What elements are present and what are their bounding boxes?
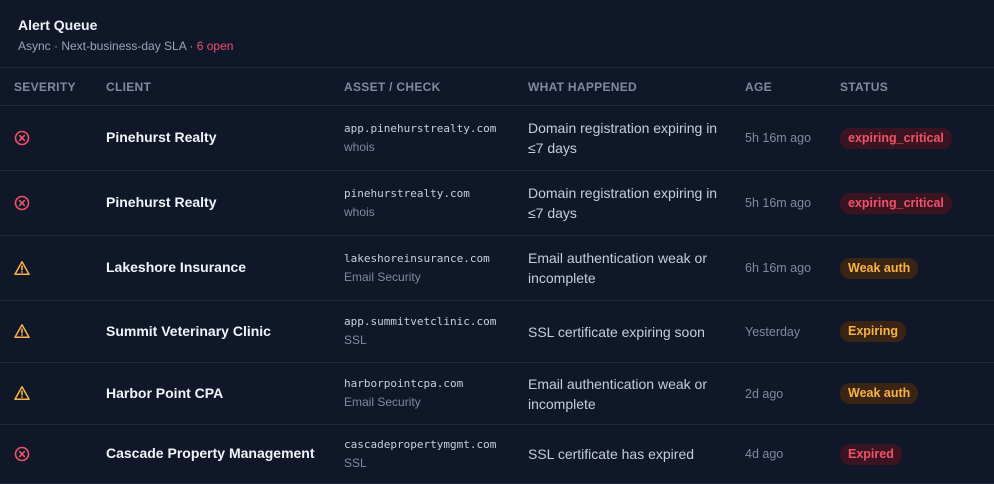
column-header-what[interactable]: WHAT HAPPENED (528, 68, 745, 106)
asset-cell: lakeshoreinsurance.com Email Security (344, 235, 528, 301)
asset-host: harborpointcpa.com (344, 377, 464, 390)
open-count: 6 open (196, 39, 234, 53)
warning-triangle-icon (14, 385, 30, 401)
column-header-status[interactable]: STATUS (840, 68, 994, 106)
status-badge: Weak auth (840, 257, 919, 279)
severity-cell (0, 170, 106, 236)
client-cell: Pinehurst Realty (106, 170, 344, 236)
table-row[interactable]: Cascade Property Management cascadeprope… (0, 424, 994, 484)
age-text: 4d ago (745, 424, 840, 484)
x-circle-icon (14, 130, 30, 146)
warning-triangle-icon (14, 323, 30, 339)
status-cell: expiring_critical (840, 105, 994, 171)
client-name[interactable]: Lakeshore Insurance (106, 259, 246, 275)
age-text: 6h 16m ago (745, 235, 840, 301)
client-cell: Lakeshore Insurance (106, 235, 344, 301)
page-title: Alert Queue (18, 17, 98, 33)
panel-header: Alert Queue Async · Next-business-day SL… (0, 0, 994, 68)
client-name[interactable]: Cascade Property Management (106, 445, 315, 461)
client-name[interactable]: Pinehurst Realty (106, 194, 216, 210)
asset-host: cascadepropertymgmt.com (344, 437, 497, 451)
table-header-row: SEVERITY CLIENT ASSET / CHECK WHAT HAPPE… (0, 68, 994, 106)
age-text: 2d ago (745, 362, 840, 425)
what-happened: Email authentication weak or incomplete (528, 235, 745, 301)
severity-cell (0, 424, 106, 484)
age-text: Yesterday (745, 300, 840, 363)
column-header-client[interactable]: CLIENT (106, 68, 344, 106)
asset-cell: app.pinehurstrealty.com whois (344, 105, 528, 171)
asset-cell: app.summitvetclinic.com SSL (344, 300, 528, 363)
age-text: 5h 16m ago (745, 105, 840, 171)
client-cell: Pinehurst Realty (106, 105, 344, 171)
client-name[interactable]: Summit Veterinary Clinic (106, 323, 271, 339)
page-subtitle: Async · Next-business-day SLA · 6 open (18, 39, 976, 53)
table-row[interactable]: Summit Veterinary Clinic app.summitvetcl… (0, 300, 994, 363)
asset-check: whois (344, 204, 375, 219)
status-badge: Weak auth (840, 383, 919, 404)
asset-check: Email Security (344, 395, 421, 409)
asset-check: Email Security (344, 269, 421, 284)
what-happened: SSL certificate has expired (528, 424, 745, 484)
age-text: 5h 16m ago (745, 170, 840, 236)
sla-text: Async · Next-business-day SLA · (18, 39, 197, 53)
table-row[interactable]: Lakeshore Insurance lakeshoreinsurance.c… (0, 235, 994, 301)
column-header-asset[interactable]: ASSET / CHECK (344, 68, 528, 106)
status-cell: expiring_critical (840, 170, 994, 236)
column-header-age[interactable]: AGE (745, 68, 840, 106)
severity-cell (0, 362, 106, 425)
client-cell: Cascade Property Management (106, 424, 344, 484)
asset-cell: harborpointcpa.com Email Security (344, 362, 528, 425)
status-badge: Expiring (840, 321, 907, 342)
severity-cell (0, 300, 106, 363)
what-happened: Domain registration expiring in ≤7 days (528, 105, 745, 171)
status-cell: Expiring (840, 300, 994, 363)
alert-queue-panel: Alert Queue Async · Next-business-day SL… (0, 0, 994, 484)
asset-host: pinehurstrealty.com (344, 186, 470, 200)
status-badge: Expired (840, 443, 902, 465)
x-circle-icon (14, 446, 30, 462)
asset-check: SSL (344, 333, 367, 347)
table-row[interactable]: Pinehurst Realty pinehurstrealty.com who… (0, 170, 994, 236)
client-name[interactable]: Harbor Point CPA (106, 385, 223, 401)
what-happened: Email authentication weak or incomplete (528, 362, 745, 425)
status-cell: Expired (840, 424, 994, 484)
status-badge: expiring_critical (840, 192, 952, 214)
client-name[interactable]: Pinehurst Realty (106, 129, 216, 145)
warning-triangle-icon (14, 260, 30, 276)
client-cell: Summit Veterinary Clinic (106, 300, 344, 363)
table-row[interactable]: Pinehurst Realty app.pinehurstrealty.com… (0, 105, 994, 171)
severity-cell (0, 105, 106, 171)
severity-cell (0, 235, 106, 301)
asset-host: app.summitvetclinic.com (344, 315, 497, 328)
client-cell: Harbor Point CPA (106, 362, 344, 425)
what-happened: SSL certificate expiring soon (528, 300, 745, 363)
column-header-severity[interactable]: SEVERITY (0, 68, 106, 106)
asset-host: app.pinehurstrealty.com (344, 121, 497, 135)
status-badge: expiring_critical (840, 127, 952, 149)
asset-cell: pinehurstrealty.com whois (344, 170, 528, 236)
asset-check: SSL (344, 455, 367, 470)
asset-check: whois (344, 139, 375, 154)
asset-cell: cascadepropertymgmt.com SSL (344, 424, 528, 484)
table-row[interactable]: Harbor Point CPA harborpointcpa.com Emai… (0, 362, 994, 425)
status-cell: Weak auth (840, 235, 994, 301)
x-circle-icon (14, 195, 30, 211)
status-cell: Weak auth (840, 362, 994, 425)
what-happened: Domain registration expiring in ≤7 days (528, 170, 745, 236)
alerts-table: SEVERITY CLIENT ASSET / CHECK WHAT HAPPE… (0, 68, 994, 484)
asset-host: lakeshoreinsurance.com (344, 251, 490, 265)
